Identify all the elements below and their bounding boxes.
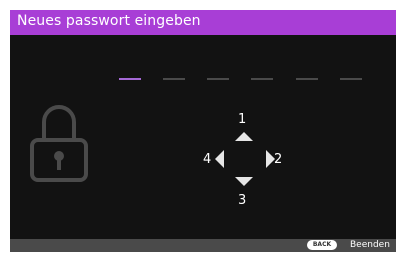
password-slot-1: [119, 78, 141, 80]
password-slot-2: [163, 78, 185, 80]
arrow-up-icon[interactable]: [232, 127, 256, 151]
keypad-up-label: 1: [238, 112, 247, 127]
status-bar: BACK Beenden: [10, 239, 396, 252]
lock-icon: [30, 105, 88, 182]
password-slot-6: [340, 78, 362, 80]
arrow-left-icon[interactable]: [210, 147, 234, 171]
password-slot-3: [207, 78, 229, 80]
title-bar: Neues passwort eingeben: [10, 10, 396, 35]
password-slot-4: [251, 78, 273, 80]
exit-label: Beenden: [350, 240, 390, 250]
keypad-right-label: 2: [274, 152, 283, 167]
back-button[interactable]: BACK: [307, 240, 337, 250]
arrow-down-icon[interactable]: [232, 171, 256, 195]
password-dialog: Neues passwort eingeben 1 4 2 3 BACK Bee…: [10, 10, 396, 252]
keypad-down-label: 3: [238, 193, 247, 208]
password-slot-5: [296, 78, 318, 80]
dialog-title: Neues passwort eingeben: [17, 13, 201, 29]
